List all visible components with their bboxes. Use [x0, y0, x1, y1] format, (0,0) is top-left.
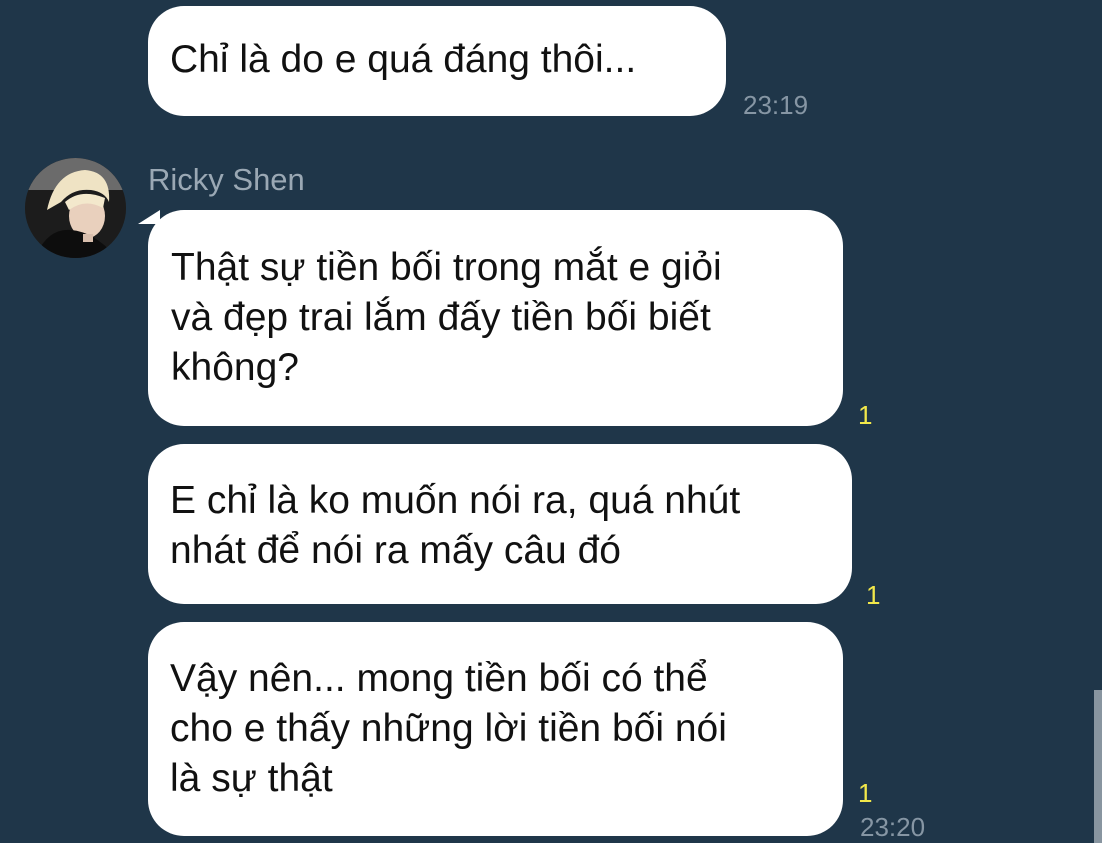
message-timestamp: 23:20 — [860, 812, 926, 842]
message-text-line: cho e thấy những lời tiền bối nói — [170, 707, 727, 750]
read-count: 1 — [866, 580, 881, 610]
message-text: Chỉ là do e quá đáng thôi... — [170, 38, 637, 81]
message-bubble[interactable]: Thật sự tiền bối trong mắt e giỏi và đẹp… — [148, 210, 843, 426]
message-text-line: Vậy nên... mong tiền bối có thể — [170, 657, 708, 700]
message-bubble[interactable]: Chỉ là do e quá đáng thôi... — [148, 6, 726, 116]
read-count: 1 — [858, 778, 873, 808]
message-timestamp: 23:19 — [743, 90, 809, 120]
message-bubble[interactable]: Vậy nên... mong tiền bối có thể cho e th… — [148, 622, 843, 836]
message-text-line: E chỉ là ko muốn nói ra, quá nhút — [170, 479, 741, 522]
message-text-line: Thật sự tiền bối trong mắt e giỏi — [171, 246, 722, 289]
message-text-line: là sự thật — [170, 757, 333, 800]
message-bubble[interactable]: E chỉ là ko muốn nói ra, quá nhút nhát đ… — [148, 444, 852, 604]
read-count: 1 — [858, 400, 873, 430]
avatar-photo-icon — [25, 158, 126, 258]
message-text-line: không? — [171, 346, 299, 389]
sender-name: Ricky Shen — [148, 162, 305, 197]
avatar[interactable] — [25, 158, 126, 258]
message-text-line: và đẹp trai lắm đấy tiền bối biết — [171, 296, 711, 339]
chat-area: Chỉ là do e quá đáng thôi... 23:19 Ricky… — [0, 0, 1102, 843]
scroll-edge — [1094, 690, 1102, 843]
message-text-line: nhát để nói ra mấy câu đó — [170, 529, 621, 572]
